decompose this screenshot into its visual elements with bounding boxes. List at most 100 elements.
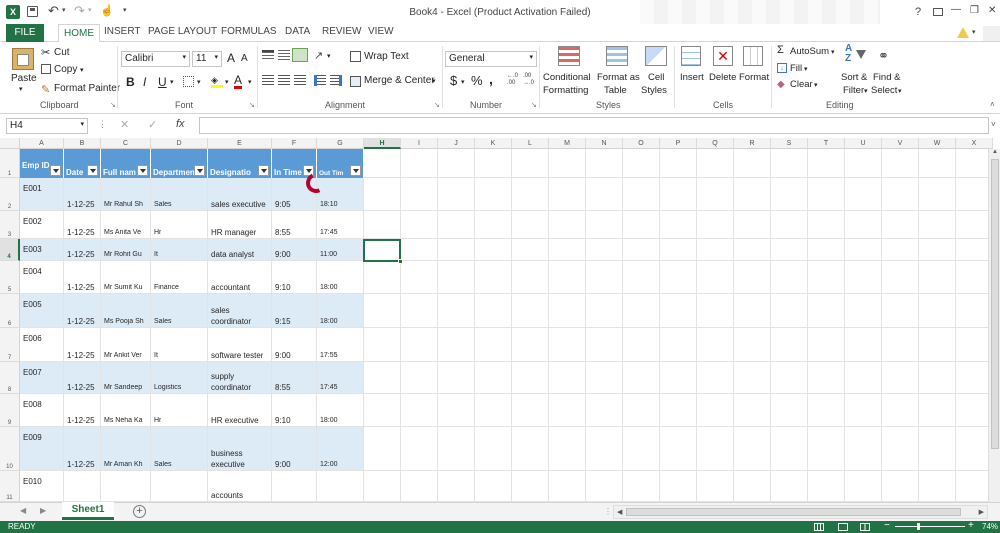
- cell-emp-id[interactable]: E007: [23, 368, 42, 377]
- tab-review[interactable]: REVIEW: [322, 26, 361, 37]
- cell-designation[interactable]: business: [211, 449, 243, 458]
- cell-department[interactable]: Sales: [154, 318, 172, 325]
- cell-out-time[interactable]: 11:00: [320, 251, 337, 258]
- conditional-formatting-label-2[interactable]: Formatting: [543, 85, 588, 96]
- column-header-p[interactable]: P: [660, 138, 697, 149]
- help-button[interactable]: ?: [915, 6, 921, 18]
- cell-out-time[interactable]: 12:00: [320, 461, 338, 468]
- redo-icon[interactable]: ↷: [74, 3, 85, 19]
- cell-date[interactable]: 1-12-25: [67, 200, 95, 209]
- page-break-view-icon[interactable]: [860, 523, 870, 531]
- font-color-button[interactable]: A: [234, 74, 243, 89]
- close-button[interactable]: ✕: [988, 5, 996, 16]
- percent-button[interactable]: %: [471, 73, 483, 88]
- cell-styles-label-2[interactable]: Styles: [641, 85, 667, 96]
- cell-department[interactable]: Logistics: [154, 384, 181, 391]
- cell-date[interactable]: 1-12-25: [67, 228, 95, 237]
- cell-date[interactable]: 1-12-25: [67, 351, 95, 360]
- formula-input[interactable]: [199, 117, 989, 134]
- name-box[interactable]: H4 ▾: [6, 118, 88, 134]
- vertical-scrollbar[interactable]: ▲: [988, 149, 1000, 502]
- touch-mode-icon[interactable]: ☝: [100, 4, 114, 17]
- cell-department[interactable]: Hr: [154, 229, 161, 236]
- merge-center-button[interactable]: Merge & Center: [364, 75, 435, 86]
- row-header-5[interactable]: 5: [0, 261, 20, 294]
- cell-designation[interactable]: executive: [211, 460, 245, 469]
- sort-filter-label-1[interactable]: Sort &: [841, 72, 867, 83]
- cut-button[interactable]: Cut: [54, 47, 70, 58]
- restore-button[interactable]: ❐: [970, 5, 979, 16]
- filter-dropdown-button[interactable]: [50, 165, 61, 176]
- autosum-button[interactable]: AutoSum: [790, 46, 829, 57]
- cell-designation[interactable]: data analyst: [211, 250, 254, 259]
- align-center-icon[interactable]: [278, 75, 290, 86]
- header-cell-date[interactable]: Date: [64, 149, 101, 178]
- tab-formulas[interactable]: FORMULAS: [221, 26, 277, 37]
- page-layout-view-icon[interactable]: [838, 523, 848, 531]
- new-sheet-button[interactable]: +: [133, 505, 146, 518]
- column-header-f[interactable]: F: [272, 138, 317, 149]
- cell-designation[interactable]: coordinator: [211, 383, 251, 392]
- normal-view-icon[interactable]: [814, 523, 824, 531]
- scroll-up-icon[interactable]: ▲: [992, 149, 998, 155]
- cell-date[interactable]: 1-12-25: [67, 283, 95, 292]
- tab-data[interactable]: DATA: [285, 26, 310, 37]
- account-area[interactable]: [983, 26, 1000, 41]
- row-header-2[interactable]: 2: [0, 178, 20, 211]
- column-header-u[interactable]: U: [845, 138, 882, 149]
- cell-date[interactable]: 1-12-25: [67, 460, 95, 469]
- select-all-corner[interactable]: [0, 138, 20, 149]
- zoom-in-button[interactable]: +: [968, 520, 974, 531]
- cell-out-time[interactable]: 18:00: [320, 318, 338, 325]
- cell-department[interactable]: Hr: [154, 417, 161, 424]
- cell-designation[interactable]: HR executive: [211, 416, 259, 425]
- column-header-b[interactable]: B: [64, 138, 101, 149]
- cell-full-name[interactable]: Mr Rohit Gu: [104, 251, 150, 258]
- warning-dropdown-icon[interactable]: ▾: [972, 28, 976, 36]
- cell-emp-id[interactable]: E006: [23, 334, 42, 343]
- active-cell-fill-handle[interactable]: [398, 259, 403, 264]
- header-cell-department[interactable]: Departmen: [151, 149, 208, 178]
- find-select-label-2[interactable]: Select: [871, 85, 897, 96]
- cell-emp-id[interactable]: E001: [23, 184, 42, 193]
- scroll-right-icon[interactable]: ▶: [979, 508, 984, 516]
- clear-dropdown-icon[interactable]: ▾: [814, 81, 818, 89]
- tab-home[interactable]: HOME: [58, 24, 100, 43]
- cell-designation[interactable]: accountant: [211, 283, 250, 292]
- cell-designation[interactable]: sales executive: [211, 200, 266, 209]
- align-right-icon[interactable]: [294, 75, 306, 86]
- grow-font-button[interactable]: A: [227, 51, 235, 65]
- column-header-k[interactable]: K: [475, 138, 512, 149]
- tab-split-grip-icon[interactable]: ⋮: [604, 507, 612, 516]
- font-name-select[interactable]: Calibri ▾: [121, 51, 190, 67]
- cell-designation[interactable]: software tester: [211, 351, 263, 360]
- cell-full-name[interactable]: Ms Neha Ka: [104, 417, 150, 424]
- paste-icon[interactable]: [12, 48, 34, 70]
- row-header-3[interactable]: 3: [0, 211, 20, 239]
- cell-emp-id[interactable]: E005: [23, 300, 42, 309]
- currency-dropdown-icon[interactable]: ▾: [461, 78, 465, 86]
- horizontal-scrollbar[interactable]: ◀ ▶: [613, 505, 988, 519]
- borders-icon[interactable]: [183, 76, 194, 87]
- cancel-icon[interactable]: ✕: [120, 118, 129, 131]
- sheet-prev-icon[interactable]: ◀: [20, 506, 26, 515]
- paste-button[interactable]: Paste: [11, 73, 37, 84]
- column-header-r[interactable]: R: [734, 138, 771, 149]
- scroll-left-icon[interactable]: ◀: [617, 508, 622, 516]
- cell-emp-id[interactable]: E002: [23, 217, 42, 226]
- number-format-select[interactable]: General ▾: [445, 51, 537, 67]
- cell-date[interactable]: 1-12-25: [67, 250, 95, 259]
- font-size-select[interactable]: 11 ▾: [192, 51, 222, 67]
- cell-emp-id[interactable]: E008: [23, 400, 42, 409]
- zoom-slider[interactable]: [895, 523, 965, 530]
- find-select-dropdown-icon[interactable]: ▾: [898, 87, 902, 95]
- column-header-o[interactable]: O: [623, 138, 660, 149]
- cell-full-name[interactable]: Ms Anita Ve: [104, 229, 150, 236]
- cell-date[interactable]: 1-12-25: [67, 317, 95, 326]
- row-header-7[interactable]: 7: [0, 328, 20, 362]
- cell-full-name[interactable]: Mr Aman Kh: [104, 461, 150, 468]
- cell-department[interactable]: Sales: [154, 461, 172, 468]
- conditional-formatting-label-1[interactable]: Conditional: [543, 72, 591, 83]
- align-left-icon[interactable]: [262, 75, 274, 86]
- header-cell-emp-id[interactable]: Emp ID: [20, 149, 64, 178]
